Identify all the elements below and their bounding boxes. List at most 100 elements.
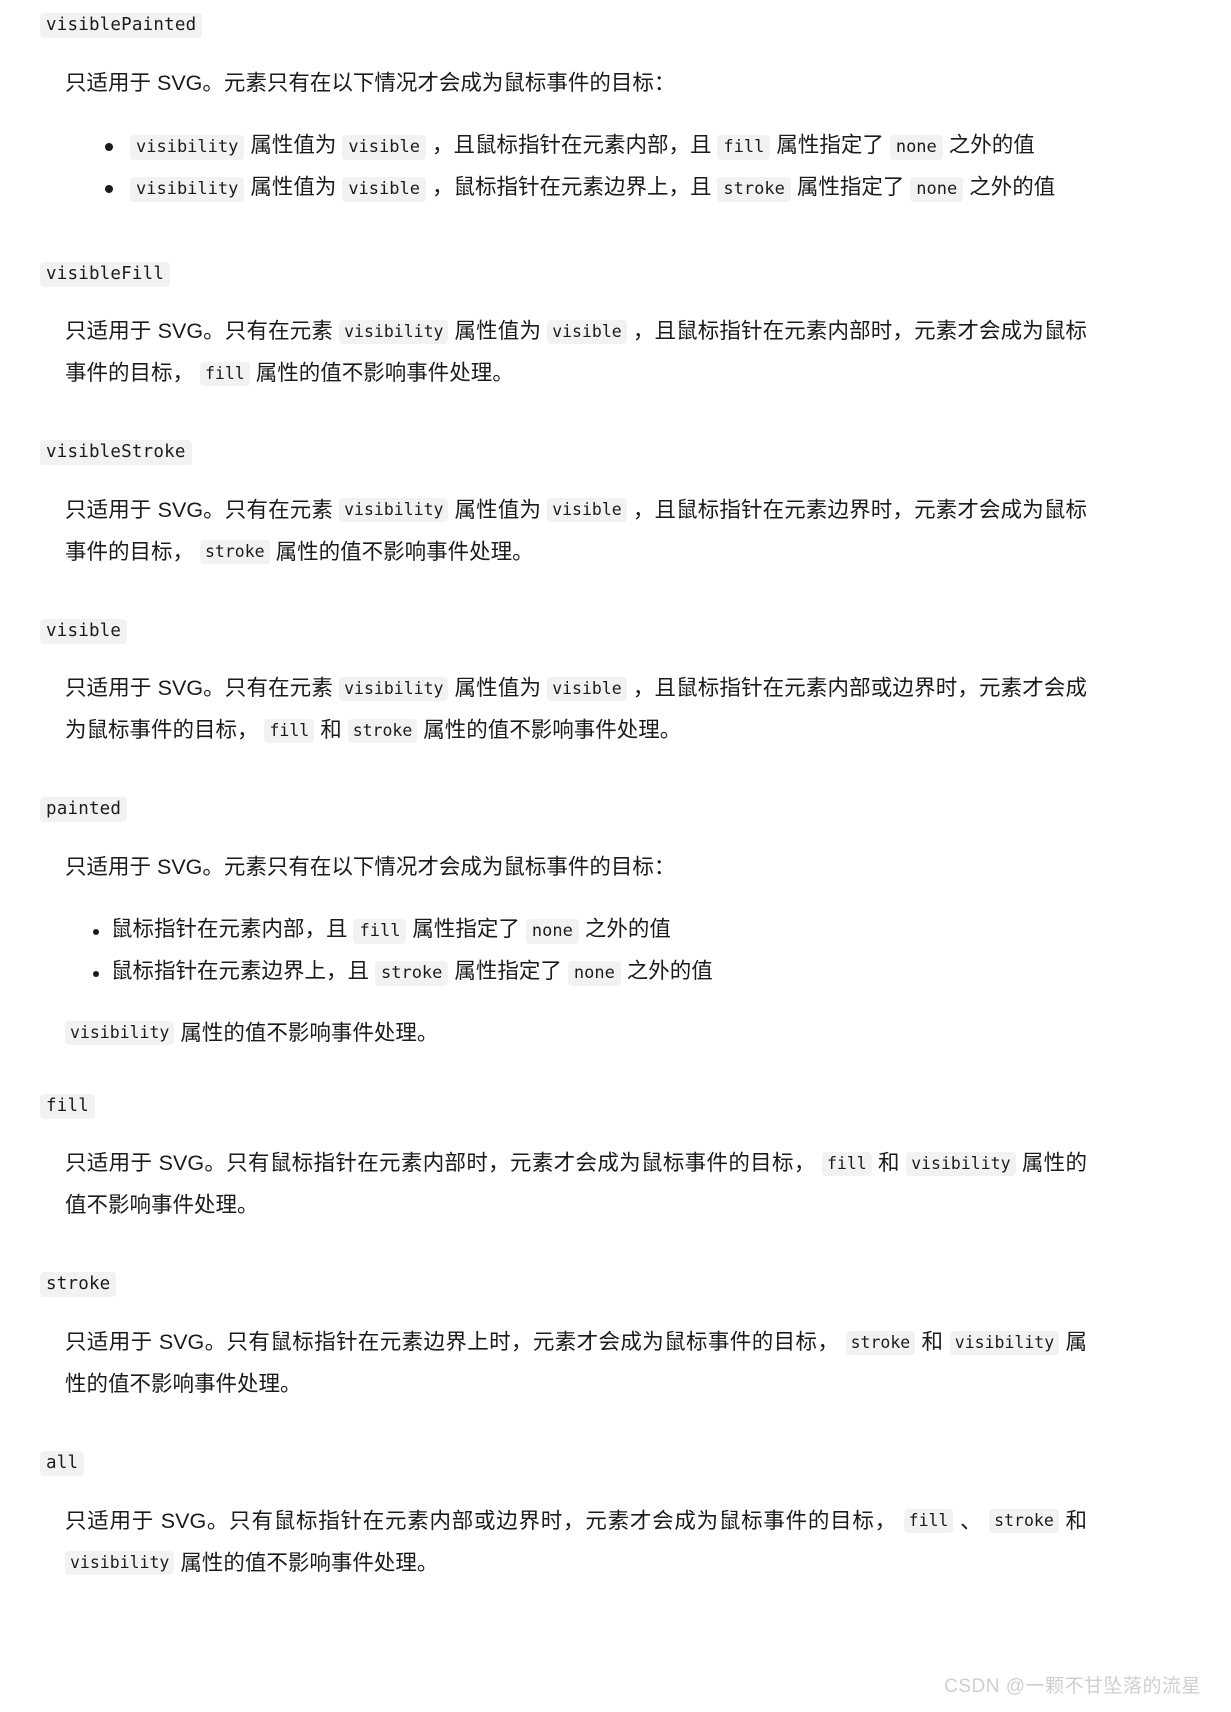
definition-body: 只适用于 SVG。只有在元素 visibility 属性值为 visible ，… [40,668,1191,752]
definition-section-fill: fill 只适用于 SVG。只有鼠标指针在元素内部时，元素才会成为鼠标事件的目标… [40,1093,1191,1228]
inline-code-chip: fill [264,718,315,743]
definition-section-painted: painted 只适用于 SVG。元素只有在以下情况才会成为鼠标事件的目标： 鼠… [40,797,1191,1055]
term-code-chip: all [40,1450,85,1476]
documentation-page: visiblePainted 只适用于 SVG。元素只有在以下情况才会成为鼠标事… [0,0,1231,1585]
inline-code-chip: fill [717,134,771,160]
inline-code-chip: visible [547,319,627,344]
inline-code-chip: visibility [339,498,449,523]
term-visiblestroke: visibleStroke [40,440,1191,466]
inline-code-chip: visibility [65,1021,175,1046]
condition-list-item: visibility 属性值为 visible ，鼠标指针在元素边界上，且 st… [95,167,1191,209]
intro-paragraph: 只适用于 SVG。元素只有在以下情况才会成为鼠标事件的目标： [65,855,676,880]
term-visiblepainted: visiblePainted [40,13,1191,38]
inline-code-chip: fill [353,918,407,944]
definition-note: visibility 属性的值不影响事件处理。 [40,1013,1191,1055]
condition-list-item: 鼠标指针在元素边界上，且 stroke 属性指定了 none 之外的值 [88,951,1191,993]
term-code-chip: visible [40,618,128,644]
definition-body: 只适用于 SVG。元素只有在以下情况才会成为鼠标事件的目标： [40,63,1191,105]
term-stroke: stroke [40,1272,1191,1298]
term-visible: visible [40,618,1191,644]
inline-code-chip: visible [342,176,426,202]
term-painted: painted [40,797,1191,823]
inline-code-chip: none [889,134,943,160]
description-paragraph: 只适用于 SVG。只有在元素 visibility 属性值为 visible ，… [65,676,1087,743]
term-all: all [40,1450,1191,1476]
inline-code-chip: stroke [374,960,449,986]
definition-section-visiblefill: visibleFill 只适用于 SVG。只有在元素 visibility 属性… [40,261,1191,396]
inline-code-chip: fill [199,361,250,386]
definition-body: 只适用于 SVG。只有在元素 visibility 属性值为 visible ，… [40,490,1191,574]
inline-code-chip: none [910,176,964,202]
definition-body: 只适用于 SVG。只有在元素 visibility 属性值为 visible ，… [40,311,1191,395]
inline-code-chip: stroke [199,540,270,565]
inline-code-chip: visibility [339,319,449,344]
inline-code-chip: visible [547,676,627,701]
condition-list-item: 鼠标指针在元素内部，且 fill 属性指定了 none 之外的值 [88,909,1191,951]
definition-body: 只适用于 SVG。只有鼠标指针在元素边界上时，元素才会成为鼠标事件的目标， st… [40,1322,1191,1406]
definition-section-visiblepainted: visiblePainted 只适用于 SVG。元素只有在以下情况才会成为鼠标事… [40,13,1191,209]
inline-code-chip: visibility [339,676,449,701]
definition-section-visible: visible 只适用于 SVG。只有在元素 visibility 属性值为 v… [40,618,1191,753]
term-code-chip: fill [40,1093,95,1119]
inline-code-chip: stroke [347,718,418,743]
inline-code-chip: stroke [717,176,791,202]
csdn-watermark: CSDN @一颗不甘坠落的流星 [944,1676,1201,1697]
term-code-chip: painted [40,797,128,823]
term-code-chip: visiblePainted [40,13,203,38]
inline-code-chip: visibility [949,1330,1060,1355]
inline-code-chip: none [525,918,579,944]
term-code-chip: stroke [40,1272,117,1298]
inline-code-chip: visibility [130,134,245,160]
condition-list: visibility 属性值为 visible ，且鼠标指针在元素内部，且 fi… [95,125,1191,209]
inline-code-chip: visible [342,134,426,160]
description-paragraph: 只适用于 SVG。只有鼠标指针在元素边界上时，元素才会成为鼠标事件的目标， st… [65,1330,1087,1396]
definition-body: 只适用于 SVG。只有鼠标指针在元素内部或边界时，元素才会成为鼠标事件的目标， … [40,1501,1191,1585]
description-paragraph: 只适用于 SVG。只有在元素 visibility 属性值为 visible ，… [65,497,1087,565]
inline-code-chip: none [567,960,621,986]
inline-code-chip: stroke [845,1330,916,1355]
definition-section-stroke: stroke 只适用于 SVG。只有鼠标指针在元素边界上时，元素才会成为鼠标事件… [40,1272,1191,1406]
condition-list: 鼠标指针在元素内部，且 fill 属性指定了 none 之外的值 鼠标指针在元素边… [88,909,1191,993]
inline-code-chip: visibility [65,1551,175,1576]
term-visiblefill: visibleFill [40,261,1191,287]
condition-list-wrap: visibility 属性值为 visible ，且鼠标指针在元素内部，且 fi… [40,125,1191,209]
definition-body: 只适用于 SVG。只有鼠标指针在元素内部时，元素才会成为鼠标事件的目标， fil… [40,1143,1191,1227]
inline-code-chip: visibility [130,176,245,202]
description-paragraph: 只适用于 SVG。只有在元素 visibility 属性值为 visible ，… [65,319,1087,386]
definition-body: 只适用于 SVG。元素只有在以下情况才会成为鼠标事件的目标： [40,847,1191,889]
inline-code-chip: fill [821,1151,872,1176]
term-code-chip: visibleFill [40,261,171,287]
inline-code-chip: visibility [906,1151,1016,1176]
term-code-chip: visibleStroke [40,440,192,466]
term-fill: fill [40,1093,1191,1119]
intro-paragraph: 只适用于 SVG。元素只有在以下情况才会成为鼠标事件的目标： [65,70,676,95]
definition-section-visiblestroke: visibleStroke 只适用于 SVG。只有在元素 visibility … [40,440,1191,574]
inline-code-chip: visible [547,498,627,523]
description-paragraph: 只适用于 SVG。只有鼠标指针在元素内部时，元素才会成为鼠标事件的目标， fil… [65,1151,1088,1218]
condition-list-wrap: 鼠标指针在元素内部，且 fill 属性指定了 none 之外的值 鼠标指针在元素边… [40,909,1191,993]
inline-code-chip: fill [903,1509,954,1534]
note-paragraph: visibility 属性的值不影响事件处理。 [65,1013,1087,1055]
definition-section-all: all 只适用于 SVG。只有鼠标指针在元素内部或边界时，元素才会成为鼠标事件的… [40,1450,1191,1585]
condition-list-item: visibility 属性值为 visible ，且鼠标指针在元素内部，且 fi… [95,125,1191,167]
description-paragraph: 只适用于 SVG。只有鼠标指针在元素内部或边界时，元素才会成为鼠标事件的目标， … [65,1508,1087,1576]
inline-code-chip: stroke [989,1509,1059,1534]
